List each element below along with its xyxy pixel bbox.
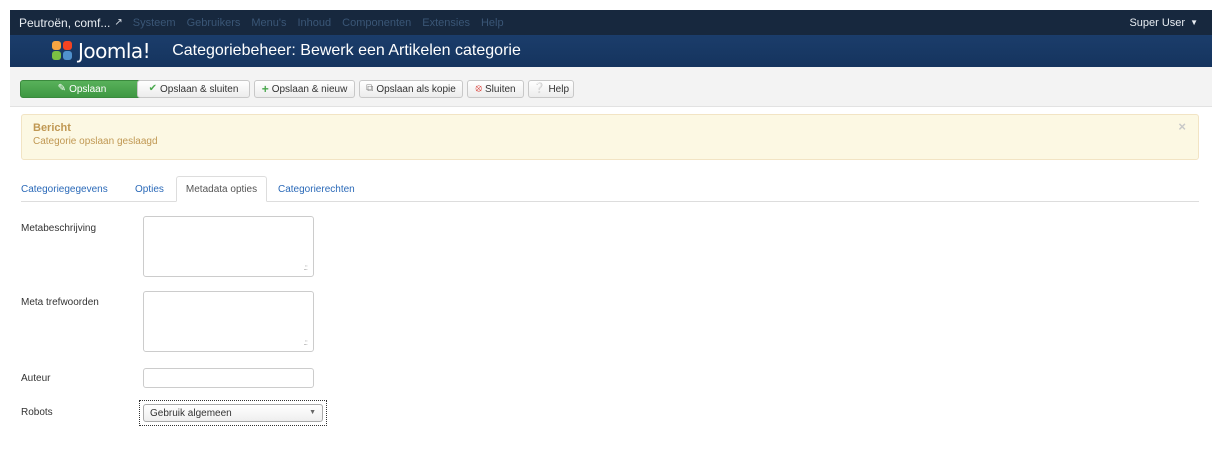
- save-close-button-label: Opslaan & sluiten: [160, 83, 239, 95]
- alert-close-icon[interactable]: ×: [1178, 119, 1186, 134]
- save-close-button[interactable]: ✔ Opslaan & sluiten: [137, 80, 250, 98]
- resize-grip-icon[interactable]: .::: [303, 338, 308, 347]
- tab-categoriegegevens[interactable]: Categoriegegevens: [21, 176, 108, 202]
- save-copy-button-label: Opslaan als kopie: [376, 83, 456, 95]
- menu-item-inhoud[interactable]: Inhoud: [298, 17, 332, 29]
- meta-description-label: Metabeschrijving: [21, 223, 97, 234]
- tab-metadata-opties[interactable]: Metadata opties: [176, 176, 267, 202]
- save-button-label: Opslaan: [69, 83, 107, 95]
- top-navbar: Peutroën, comf... ↗ Systeem Gebruikers M…: [10, 10, 1212, 35]
- robots-label: Robots: [21, 407, 53, 418]
- menu-item-menus[interactable]: Menu's: [251, 17, 286, 29]
- robots-select-value: Gebruik algemeen: [150, 407, 232, 419]
- page-header: Joomla! Categoriebeheer: Bewerk een Arti…: [10, 35, 1212, 67]
- joomla-logo-icon: [52, 41, 74, 61]
- question-circle-icon: ❔: [532, 83, 546, 94]
- message-alert: Bericht Categorie opslaan geslaagd ×: [21, 114, 1199, 160]
- logo-text: Joomla!: [78, 39, 151, 63]
- close-button[interactable]: ⦻ Sluiten: [467, 80, 524, 98]
- toolbar: ✎ Opslaan ✔ Opslaan & sluiten + Opslaan …: [10, 67, 1212, 107]
- author-label: Auteur: [21, 373, 51, 384]
- user-name[interactable]: Super User: [1129, 17, 1185, 29]
- robots-select-focus: Gebruik algemeen ▼: [139, 400, 327, 426]
- alert-message: Categorie opslaan geslaagd: [33, 136, 158, 147]
- resize-grip-icon[interactable]: .::: [303, 263, 308, 272]
- edit-icon: ✎: [57, 83, 67, 94]
- tab-opties[interactable]: Opties: [135, 176, 164, 202]
- tab-bar: Categoriegegevens Opties Metadata opties…: [21, 176, 1199, 202]
- tab-categorierechten[interactable]: Categorierechten: [278, 176, 355, 202]
- main-menu: Systeem Gebruikers Menu's Inhoud Compone…: [133, 17, 515, 29]
- robots-select[interactable]: Gebruik algemeen ▼: [143, 404, 323, 422]
- joomla-logo: Joomla!: [52, 39, 151, 63]
- external-link-icon: ↗: [114, 17, 123, 28]
- save-new-button[interactable]: + Opslaan & nieuw: [254, 80, 355, 98]
- alert-heading: Bericht: [33, 122, 71, 134]
- meta-keywords-textarea[interactable]: .::: [143, 291, 314, 352]
- menu-item-gebruikers[interactable]: Gebruikers: [187, 17, 241, 29]
- check-icon: ✔: [148, 83, 157, 94]
- menu-item-help[interactable]: Help: [481, 17, 504, 29]
- caret-down-icon: ▼: [1190, 18, 1198, 27]
- plus-icon: +: [261, 82, 269, 96]
- author-input[interactable]: [143, 368, 314, 388]
- save-new-button-label: Opslaan & nieuw: [271, 83, 348, 95]
- help-button[interactable]: ❔ Help: [528, 80, 574, 98]
- save-copy-button[interactable]: ⧉ Opslaan als kopie: [359, 80, 463, 98]
- help-button-label: Help: [548, 83, 570, 95]
- menu-item-systeem[interactable]: Systeem: [133, 17, 176, 29]
- menu-item-componenten[interactable]: Componenten: [342, 17, 411, 29]
- copy-icon: ⧉: [366, 83, 374, 94]
- save-button[interactable]: ✎ Opslaan: [20, 80, 144, 98]
- menu-item-extensies[interactable]: Extensies: [422, 17, 470, 29]
- site-link[interactable]: Peutroën, comf... ↗: [19, 16, 123, 30]
- site-name[interactable]: Peutroën, comf...: [19, 16, 110, 30]
- meta-keywords-label: Meta trefwoorden: [21, 297, 99, 308]
- meta-description-textarea[interactable]: .::: [143, 216, 314, 277]
- chevron-down-icon: ▼: [309, 409, 316, 416]
- page-title: Categoriebeheer: Bewerk een Artikelen ca…: [172, 42, 521, 59]
- close-button-label: Sluiten: [485, 83, 516, 95]
- user-menu[interactable]: Super User ▼: [1129, 17, 1198, 29]
- close-circle-icon: ⦻: [475, 83, 483, 94]
